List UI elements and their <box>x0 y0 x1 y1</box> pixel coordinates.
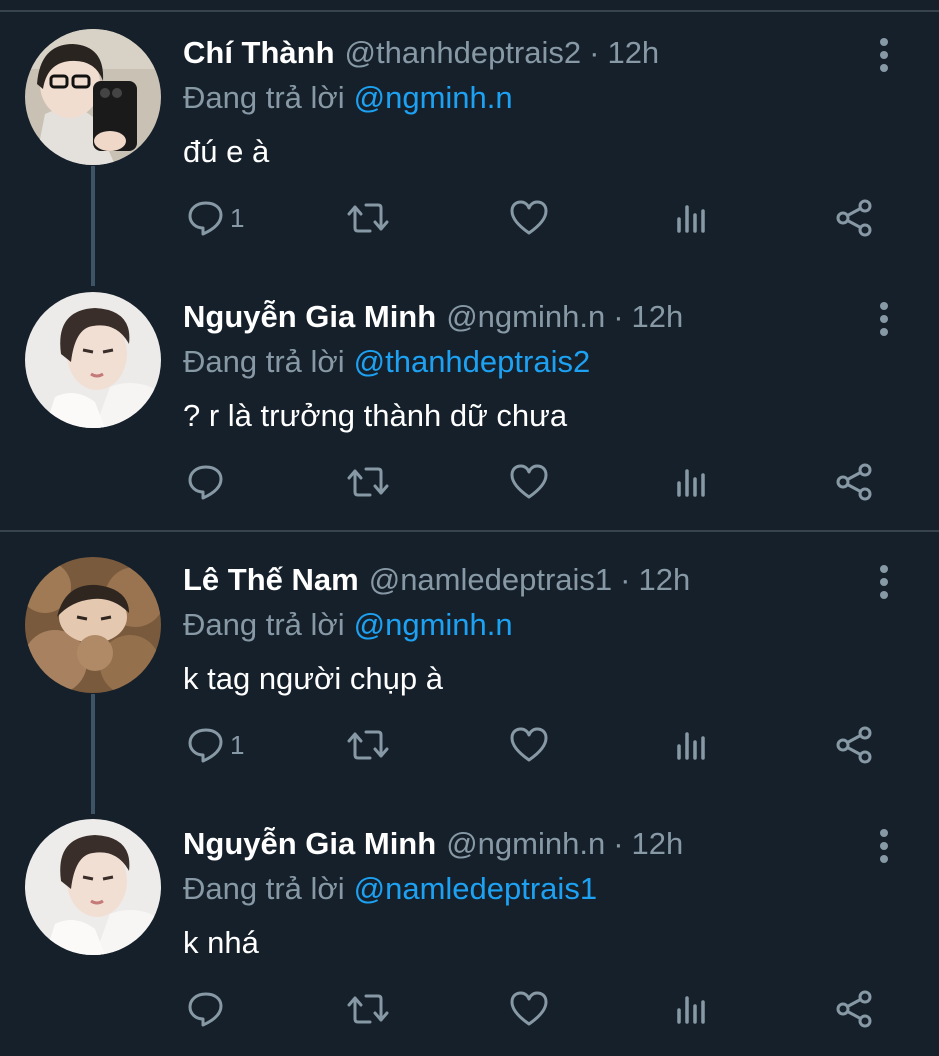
share-icon <box>836 726 872 764</box>
timestamp[interactable]: 12h <box>632 299 684 335</box>
timestamp[interactable]: 12h <box>638 562 690 598</box>
tweet-header: Chí Thành @thanhdeptrais2 · 12h <box>183 30 659 76</box>
display-name[interactable]: Nguyễn Gia Minh <box>183 826 436 862</box>
action-bar: 1 <box>0 198 939 238</box>
like-button[interactable] <box>509 198 549 238</box>
tweet-text: ? r là trưởng thành dữ chưa <box>183 398 568 433</box>
reply-button[interactable]: 1 <box>186 725 244 765</box>
more-icon[interactable] <box>872 823 896 869</box>
retweet-icon <box>347 203 389 233</box>
like-icon <box>510 991 548 1026</box>
display-name[interactable]: Chí Thành <box>183 35 335 71</box>
share-button[interactable] <box>834 725 874 765</box>
like-icon <box>510 464 548 499</box>
separator: · <box>613 299 624 334</box>
avatar[interactable] <box>25 29 161 165</box>
analytics-button[interactable] <box>674 989 710 1029</box>
share-icon <box>836 199 872 237</box>
like-button[interactable] <box>509 725 549 765</box>
replying-label: Đang trả lời <box>183 607 345 642</box>
replying-to: Đang trả lời @namledeptrais1 <box>183 871 597 907</box>
tweet-header: Lê Thế Nam @namledeptrais1 · 12h <box>183 557 690 603</box>
retweet-button[interactable] <box>346 462 390 502</box>
replying-label: Đang trả lời <box>183 871 345 906</box>
top-divider <box>0 10 939 12</box>
separator: · <box>589 35 600 70</box>
tweet-text: k tag người chụp à <box>183 661 443 696</box>
user-handle[interactable]: @thanhdeptrais2 <box>345 35 582 71</box>
avatar[interactable] <box>25 292 161 428</box>
share-icon <box>836 463 872 501</box>
reply-icon <box>188 728 223 763</box>
mention-link[interactable]: @ngminh.n <box>354 80 513 115</box>
timeline: Chí Thành @thanhdeptrais2 · 12h Đang trả… <box>0 0 939 1056</box>
tweet-text: đú e à <box>183 134 270 169</box>
replying-label: Đang trả lời <box>183 344 345 379</box>
user-handle[interactable]: @ngminh.n <box>446 299 605 335</box>
analytics-button[interactable] <box>674 462 710 502</box>
retweet-button[interactable] <box>346 198 390 238</box>
retweet-icon <box>347 467 389 497</box>
like-button[interactable] <box>509 989 549 1029</box>
analytics-icon <box>677 732 705 760</box>
share-button[interactable] <box>834 462 874 502</box>
reply-button[interactable]: 1 <box>186 198 244 238</box>
separator: · <box>620 562 631 597</box>
separator: · <box>613 826 624 861</box>
retweet-icon <box>347 994 389 1024</box>
mention-link[interactable]: @thanhdeptrais2 <box>354 344 591 379</box>
action-bar <box>0 462 939 502</box>
share-icon <box>836 990 872 1028</box>
replying-to: Đang trả lời @ngminh.n <box>183 80 513 116</box>
mention-link[interactable]: @ngminh.n <box>354 607 513 642</box>
reply-count: 1 <box>230 729 245 760</box>
replying-label: Đang trả lời <box>183 80 345 115</box>
analytics-button[interactable] <box>674 198 710 238</box>
share-button[interactable] <box>834 989 874 1029</box>
analytics-icon <box>677 205 705 233</box>
tweet-header: Nguyễn Gia Minh @ngminh.n · 12h <box>183 294 683 340</box>
timestamp[interactable]: 12h <box>632 826 684 862</box>
thread-divider <box>0 530 939 532</box>
like-icon <box>510 727 548 762</box>
more-icon[interactable] <box>872 559 896 605</box>
like-button[interactable] <box>509 462 549 502</box>
action-bar <box>0 989 939 1029</box>
like-icon <box>510 200 548 235</box>
avatar[interactable] <box>25 557 161 693</box>
analytics-icon <box>677 996 705 1024</box>
avatar-image <box>25 557 161 693</box>
action-bar: 1 <box>0 725 939 765</box>
reply-button[interactable] <box>186 989 230 1029</box>
display-name[interactable]: Lê Thế Nam <box>183 562 359 598</box>
mention-link[interactable]: @namledeptrais1 <box>354 871 597 906</box>
more-icon[interactable] <box>872 296 896 342</box>
avatar-image <box>25 292 161 428</box>
reply-count: 1 <box>230 202 245 233</box>
reply-icon <box>188 992 223 1027</box>
retweet-button[interactable] <box>346 725 390 765</box>
analytics-button[interactable] <box>674 725 710 765</box>
reply-icon <box>188 201 223 236</box>
tweet-text: k nhá <box>183 925 259 960</box>
avatar-image <box>25 29 161 165</box>
retweet-icon <box>347 730 389 760</box>
tweet-header: Nguyễn Gia Minh @ngminh.n · 12h <box>183 821 683 867</box>
display-name[interactable]: Nguyễn Gia Minh <box>183 299 436 335</box>
share-button[interactable] <box>834 198 874 238</box>
timestamp[interactable]: 12h <box>607 35 659 71</box>
replying-to: Đang trả lời @thanhdeptrais2 <box>183 344 590 380</box>
reply-icon <box>188 465 223 500</box>
retweet-button[interactable] <box>346 989 390 1029</box>
user-handle[interactable]: @namledeptrais1 <box>369 562 612 598</box>
avatar-image <box>25 819 161 955</box>
avatar[interactable] <box>25 819 161 955</box>
user-handle[interactable]: @ngminh.n <box>446 826 605 862</box>
reply-button[interactable] <box>186 462 230 502</box>
more-icon[interactable] <box>872 32 896 78</box>
analytics-icon <box>677 469 705 497</box>
replying-to: Đang trả lời @ngminh.n <box>183 607 513 643</box>
